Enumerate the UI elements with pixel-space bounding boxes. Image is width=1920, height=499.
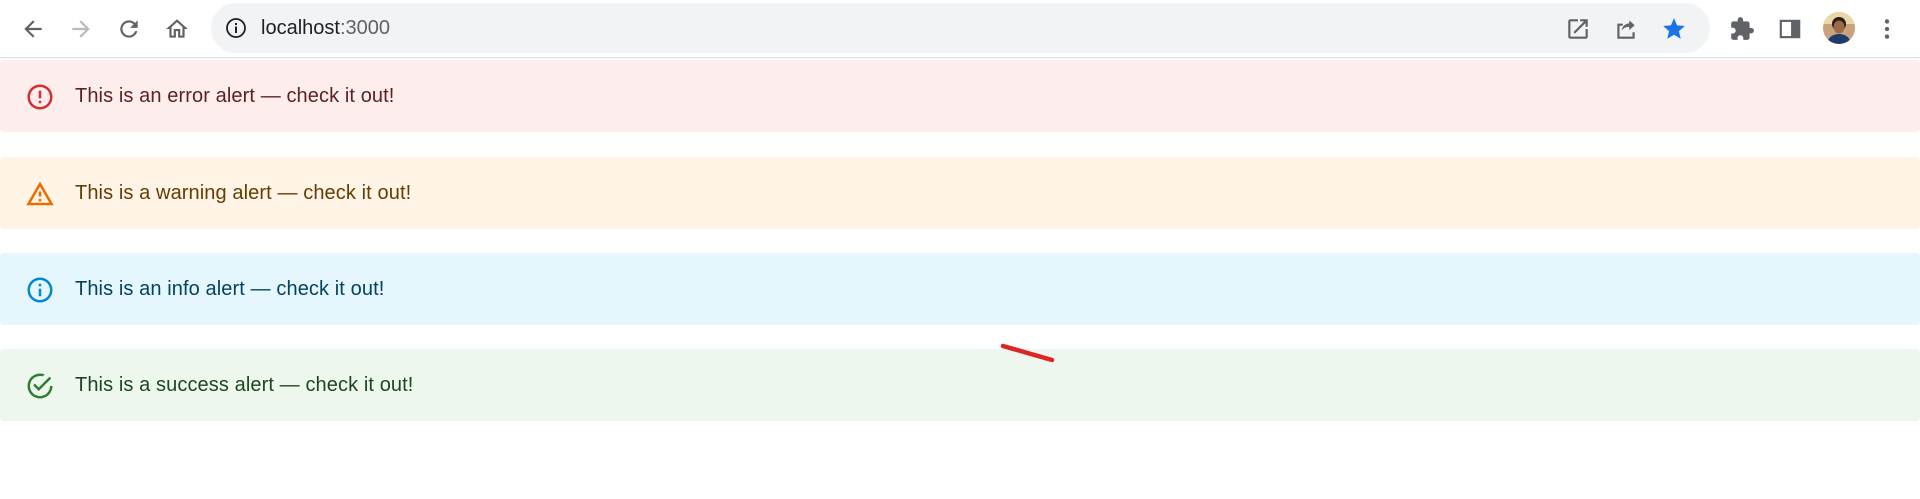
site-info-button[interactable] bbox=[222, 14, 250, 42]
url-port: :3000 bbox=[339, 17, 390, 39]
info-icon bbox=[226, 18, 246, 38]
side-panel-icon bbox=[1779, 19, 1801, 39]
warning-alert-message: This is a warning alert — check it out! bbox=[75, 182, 412, 204]
share-icon bbox=[1617, 20, 1635, 39]
browser-toolbar: localhost:3000 bbox=[0, 0, 1920, 58]
error-outline-icon bbox=[25, 82, 55, 112]
info-alert: This is an info alert — check it out! bbox=[0, 253, 1920, 325]
vertical-dots-icon bbox=[1884, 19, 1890, 39]
reload-icon bbox=[120, 20, 138, 38]
success-alert-message: This is a success alert — check it out! bbox=[75, 374, 414, 396]
url-text[interactable]: localhost:3000 bbox=[261, 3, 1161, 53]
avatar-image bbox=[1823, 12, 1855, 44]
star-icon bbox=[1663, 18, 1685, 39]
open-in-new-button[interactable] bbox=[1561, 12, 1595, 46]
profile-avatar[interactable] bbox=[1823, 12, 1855, 44]
puzzle-piece-icon bbox=[1731, 17, 1754, 40]
arrow-forward-icon bbox=[72, 20, 90, 38]
browser-menu-button[interactable] bbox=[1868, 10, 1906, 48]
forward-button[interactable] bbox=[62, 10, 100, 48]
error-alert-message: This is an error alert — check it out! bbox=[75, 85, 395, 107]
back-button[interactable] bbox=[14, 10, 52, 48]
red-annotation-stroke bbox=[1000, 343, 1055, 363]
url-host: localhost bbox=[261, 17, 340, 39]
warning-alert: This is a warning alert — check it out! bbox=[0, 157, 1920, 229]
info-alert-message: This is an info alert — check it out! bbox=[75, 278, 385, 300]
home-button[interactable] bbox=[158, 10, 196, 48]
reload-button[interactable] bbox=[110, 10, 148, 48]
address-bar[interactable]: localhost:3000 bbox=[211, 3, 1710, 53]
check-circle-outline-icon bbox=[25, 371, 55, 401]
open-in-new-icon bbox=[1568, 19, 1588, 39]
arrow-back-icon bbox=[24, 20, 42, 38]
info-outline-icon bbox=[25, 275, 55, 305]
share-button[interactable] bbox=[1609, 12, 1643, 46]
success-alert: This is a success alert — check it out! bbox=[0, 349, 1920, 421]
home-icon bbox=[166, 19, 188, 38]
error-alert: This is an error alert — check it out! bbox=[0, 60, 1920, 132]
bookmark-star-button[interactable] bbox=[1657, 12, 1691, 46]
side-panel-button[interactable] bbox=[1771, 10, 1809, 48]
extensions-button[interactable] bbox=[1723, 10, 1761, 48]
warning-triangle-icon bbox=[25, 179, 55, 209]
